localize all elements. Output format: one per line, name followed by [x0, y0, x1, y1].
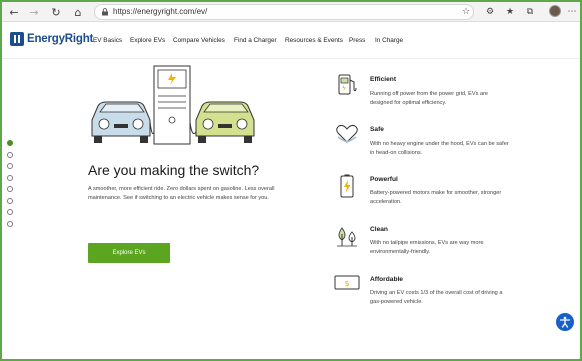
- favorites-icon[interactable]: ★: [502, 4, 518, 20]
- feature-affordable-desc: Driving an EV costs 1/3 of the overall c…: [370, 290, 503, 305]
- nav-resources-events[interactable]: Resources & Events: [285, 37, 343, 44]
- nav-explore-evs[interactable]: Explore EVs: [130, 37, 165, 44]
- nav-ev-basics[interactable]: EV Basics: [93, 37, 122, 44]
- heart-hands-icon: [336, 124, 358, 143]
- feature-safe-title: Safe: [370, 126, 384, 133]
- back-icon[interactable]: ←: [6, 4, 22, 20]
- feature-powerful-desc: Battery-powered motors make for smoother…: [370, 190, 502, 205]
- lock-icon: [102, 8, 108, 16]
- slide-dot-6[interactable]: [7, 198, 13, 204]
- nav-compare-vehicles[interactable]: Compare Vehicles: [173, 37, 225, 44]
- feature-powerful-title: Powerful: [370, 176, 398, 183]
- explore-evs-button[interactable]: Explore EVs: [88, 243, 170, 263]
- slide-dot-4[interactable]: [7, 175, 13, 181]
- url-text: https://energyright.com/ev/: [113, 7, 208, 16]
- address-bar[interactable]: https://energyright.com/ev/: [94, 4, 474, 20]
- slide-dot-7[interactable]: [7, 209, 13, 215]
- nav-press[interactable]: Press: [349, 37, 365, 44]
- extensions-icon[interactable]: ⚙: [482, 4, 498, 20]
- logo-mark-icon: [10, 32, 24, 46]
- ev-charging-illustration: [91, 65, 255, 145]
- feature-affordable-title: Affordable: [370, 276, 403, 283]
- feature-clean-desc: With no tailpipe emissions, EVs are way …: [370, 240, 484, 255]
- slide-dot-3[interactable]: [7, 163, 13, 169]
- accessibility-button[interactable]: [556, 313, 574, 331]
- feature-efficient-desc: Running off power from the power grid, E…: [370, 91, 489, 106]
- site-nav: EnergyRight EV Basics Explore EVs Compar…: [2, 22, 580, 58]
- hero-title: Are you making the switch?: [88, 162, 260, 178]
- slide-dot-8[interactable]: [7, 221, 13, 227]
- svg-text:$: $: [344, 279, 349, 288]
- browser-toolbar: ← → ↻ ⌂ https://energyright.com/ev/ ☆ ⚙ …: [2, 2, 580, 22]
- fuel-pump-icon: [338, 74, 357, 95]
- accessibility-icon: [559, 316, 571, 328]
- logo-text: EnergyRight: [27, 33, 94, 45]
- nav-find-a-charger[interactable]: Find a Charger: [234, 37, 277, 44]
- more-menu-icon[interactable]: ⋯: [564, 4, 580, 20]
- refresh-icon[interactable]: ↻: [48, 4, 64, 20]
- site-logo[interactable]: EnergyRight: [10, 32, 93, 46]
- feature-efficient-title: Efficient: [370, 76, 397, 83]
- feature-clean-title: Clean: [370, 226, 388, 233]
- nav-divider: [2, 58, 580, 59]
- browser-window: ← → ↻ ⌂ https://energyright.com/ev/ ☆ ⚙ …: [2, 2, 580, 359]
- trees-icon: [337, 227, 357, 247]
- slide-dot-5[interactable]: [7, 186, 13, 192]
- favorite-star-icon[interactable]: ☆: [458, 4, 474, 20]
- hero-description: A smoother, more efficient ride. Zero do…: [88, 186, 275, 201]
- battery-bolt-icon: [340, 174, 354, 198]
- forward-icon[interactable]: →: [26, 4, 42, 20]
- nav-in-charge[interactable]: In Charge: [375, 37, 403, 44]
- dollar-bill-icon: $: [334, 275, 360, 290]
- slide-dot-1[interactable]: [7, 140, 13, 146]
- profile-avatar[interactable]: [549, 5, 561, 17]
- slide-dot-2[interactable]: [7, 152, 13, 158]
- home-icon[interactable]: ⌂: [70, 4, 86, 20]
- feature-safe-desc: With no heavy engine under the hood, EVs…: [370, 141, 509, 156]
- collections-icon[interactable]: ⧉: [522, 4, 538, 20]
